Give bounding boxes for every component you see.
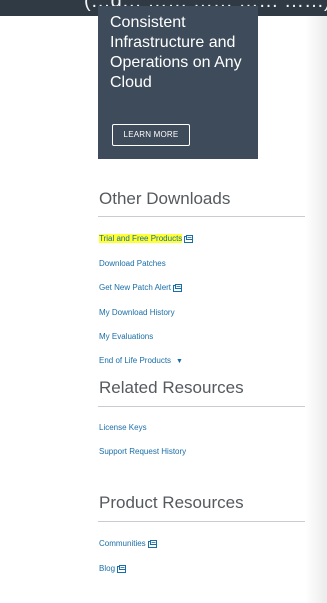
external-link-icon: [147, 539, 157, 548]
learn-more-button[interactable]: LEARN MORE: [112, 124, 190, 146]
communities-link[interactable]: Communities: [99, 539, 158, 548]
other-downloads-title: Other Downloads: [99, 189, 231, 208]
get-new-patch-alert-label: Get New Patch Alert: [99, 283, 172, 292]
external-link-icon: [117, 564, 127, 573]
external-link-icon: [173, 283, 183, 292]
trial-free-products-link[interactable]: Trial and Free Products: [99, 234, 194, 243]
my-download-history-link[interactable]: My Download History: [99, 308, 175, 317]
product-resources-title: Product Resources: [99, 493, 244, 512]
communities-label: Communities: [99, 539, 146, 548]
end-of-life-products-label: End of Life Products: [99, 356, 172, 365]
promo-text: Consistent Infrastructure and Operations…: [110, 14, 242, 91]
support-request-history-link[interactable]: Support Request History: [99, 447, 186, 456]
product-resources-divider: [98, 521, 305, 522]
page-edge-shadow: [305, 16, 327, 603]
my-evaluations-link[interactable]: My Evaluations: [99, 332, 153, 341]
external-link-icon: [184, 234, 194, 243]
related-resources-title: Related Resources: [99, 378, 244, 397]
blog-label: Blog: [99, 564, 116, 573]
trial-free-products-label: Trial and Free Products: [99, 234, 183, 243]
end-of-life-products-link[interactable]: End of Life Products ▼: [99, 356, 183, 365]
promo-banner: Consistent Infrastructure and Operations…: [98, 6, 258, 159]
license-keys-link[interactable]: License Keys: [99, 423, 147, 432]
related-resources-divider: [98, 406, 305, 407]
other-downloads-divider: [98, 216, 305, 217]
download-patches-link[interactable]: Download Patches: [99, 259, 166, 268]
get-new-patch-alert-link[interactable]: Get New Patch Alert: [99, 283, 183, 292]
caret-down-icon: ▼: [176, 358, 183, 365]
blog-link[interactable]: Blog: [99, 564, 127, 573]
